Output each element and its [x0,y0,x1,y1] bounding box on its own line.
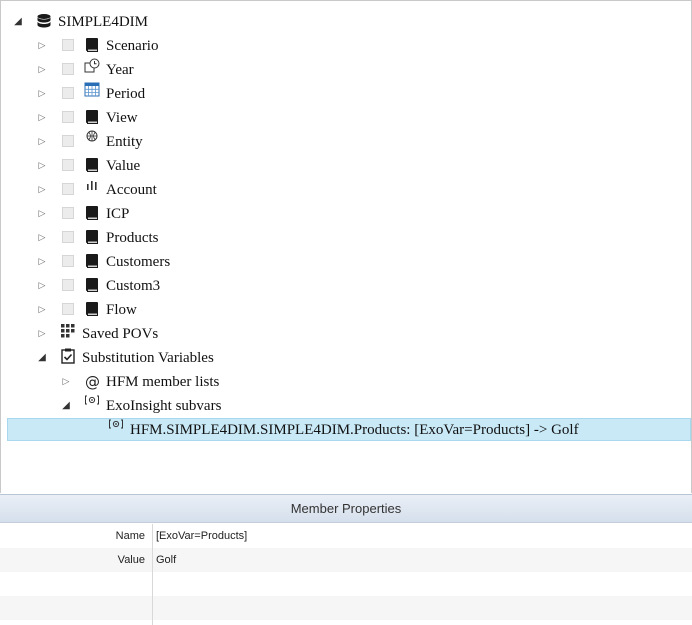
tree-item-exoinsight-subvars[interactable]: ◢ ExoInsight subvars [1,394,301,418]
database-icon [37,14,51,28]
tree-item-label: Substitution Variables [82,350,214,366]
bar-chart-icon [87,181,97,190]
property-column-divider [152,524,153,625]
book-icon [86,158,98,172]
clock-icon [84,58,100,73]
tree-item-label: Value [106,158,141,174]
tree-item-label: Flow [106,302,137,318]
collapsed-arrow-icon[interactable]: ▷ [36,34,48,58]
property-row-name: Name [ExoVar=Products] [0,524,692,548]
collapsed-arrow-icon[interactable]: ▷ [36,106,48,130]
tree-item-label: Entity [106,134,143,150]
tree-item-label: HFM.SIMPLE4DIM.SIMPLE4DIM.Products: [Exo… [130,422,579,438]
tree-item-subvar-products[interactable]: HFM.SIMPLE4DIM.SIMPLE4DIM.Products: [Exo… [1,418,691,442]
tree-item-customers[interactable]: ▷ Customers [1,250,301,274]
tree-item-label: ExoInsight subvars [106,398,222,414]
collapsed-arrow-icon[interactable]: ▷ [36,250,48,274]
book-icon [86,254,98,268]
property-value-value[interactable]: Golf [156,548,176,572]
expanded-arrow-icon[interactable]: ◢ [36,346,48,370]
tree-item-products[interactable]: ▷ Products [1,226,301,250]
checkbox[interactable] [62,255,74,267]
calendar-icon [84,82,100,97]
tree-item-flow[interactable]: ▷ Flow [1,298,301,322]
tree-item-saved-povs[interactable]: ▷ Saved POVs [1,322,301,346]
tree-item-icp[interactable]: ▷ ICP [1,202,301,226]
dimension-tree-panel: ◢ SIMPLE4DIM ▷ Scenario ▷ Year ▷ Period … [0,0,692,493]
book-icon [86,38,98,52]
tree-item-label: Scenario [106,38,159,54]
collapsed-arrow-icon[interactable]: ▷ [60,370,72,394]
checkbox[interactable] [62,87,74,99]
tree-item-custom3[interactable]: ▷ Custom3 [1,274,301,298]
collapsed-arrow-icon[interactable]: ▷ [36,298,48,322]
book-icon [86,230,98,244]
grid-icon [61,324,75,338]
checkbox[interactable] [62,63,74,75]
tree-item-account[interactable]: ▷ Account [1,178,301,202]
tree-item-view[interactable]: ▷ View [1,106,301,130]
checkbox[interactable] [62,279,74,291]
collapsed-arrow-icon[interactable]: ▷ [36,322,48,346]
checkbox[interactable] [62,39,74,51]
book-icon [86,206,98,220]
globe-icon [86,130,98,142]
tree-item-label: ICP [106,206,130,222]
tree-item-year[interactable]: ▷ Year [1,58,301,82]
tree-root-label: SIMPLE4DIM [58,14,149,30]
checkbox[interactable] [62,207,74,219]
property-row-empty [0,596,692,620]
property-row-empty [0,572,692,596]
collapsed-arrow-icon[interactable]: ▷ [36,178,48,202]
member-properties-header: Member Properties [0,494,692,523]
at-icon: @ [85,373,100,391]
collapsed-arrow-icon[interactable]: ▷ [36,226,48,250]
tree-item-scenario[interactable]: ▷ Scenario [1,34,301,58]
book-icon [86,302,98,316]
book-icon [86,278,98,292]
tree-item-value[interactable]: ▷ Value [1,154,301,178]
tree-item-label: Period [106,86,146,102]
tree-item-label: Year [106,62,134,78]
tree-item-label: HFM member lists [106,374,220,390]
checkbox[interactable] [62,111,74,123]
property-value-label: Value [117,554,145,566]
property-row-value: Value Golf [0,548,692,572]
collapsed-arrow-icon[interactable]: ▷ [36,82,48,106]
book-icon [86,110,98,124]
collapsed-arrow-icon[interactable]: ▷ [36,130,48,154]
tree-item-substitution-variables[interactable]: ◢ Substitution Variables [1,346,301,370]
property-name-label: Name [115,530,145,542]
tree-item-label: Products [106,230,159,246]
tree-item-hfm-member-lists[interactable]: ▷ @ HFM member lists [1,370,301,394]
collapsed-arrow-icon[interactable]: ▷ [36,274,48,298]
subvar-icon [109,419,123,429]
tree-item-period[interactable]: ▷ Period [1,82,301,106]
collapsed-arrow-icon[interactable]: ▷ [36,202,48,226]
tree-root-node[interactable]: ◢ SIMPLE4DIM [1,10,301,34]
subvar-icon [85,395,99,405]
checkbox[interactable] [62,231,74,243]
tree-item-label: Account [106,182,157,198]
collapsed-arrow-icon[interactable]: ▷ [36,154,48,178]
collapsed-arrow-icon[interactable]: ▷ [36,58,48,82]
property-name-value[interactable]: [ExoVar=Products] [156,524,247,548]
tree-item-label: Customers [106,254,171,270]
checkbox[interactable] [62,183,74,195]
tree-item-entity[interactable]: ▷ Entity [1,130,301,154]
expanded-arrow-icon[interactable]: ◢ [60,394,72,418]
tree-item-label: Custom3 [106,278,161,294]
tree-item-label: View [106,110,138,126]
checkbox[interactable] [62,303,74,315]
checkbox[interactable] [62,135,74,147]
tree-item-label: Saved POVs [82,326,159,342]
checkbox[interactable] [62,159,74,171]
clipboard-check-icon [61,348,75,364]
expanded-arrow-icon[interactable]: ◢ [12,10,24,34]
